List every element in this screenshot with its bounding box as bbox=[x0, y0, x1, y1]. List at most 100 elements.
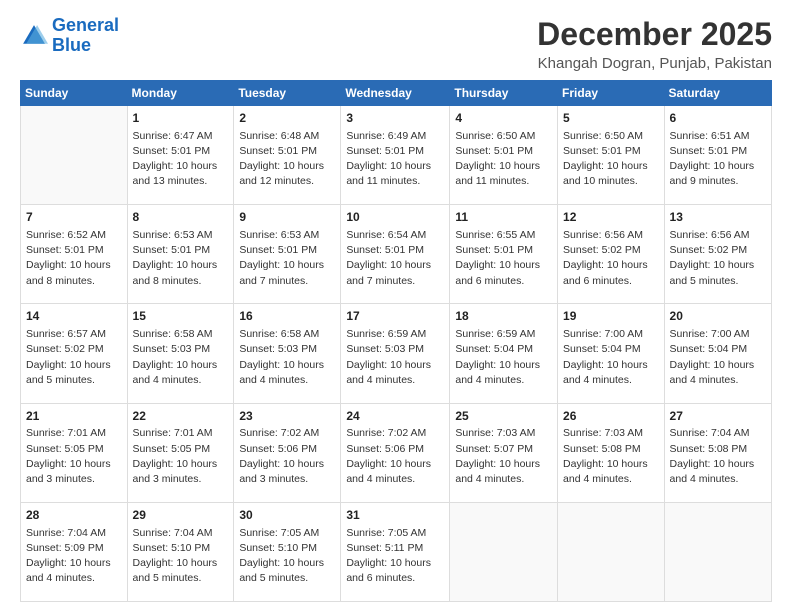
day-number: 4 bbox=[455, 110, 552, 127]
header: General Blue December 2025 Khangah Dogra… bbox=[20, 16, 772, 72]
calendar-week-5: 28 Sunrise: 7:04 AM Sunset: 5:09 PM Dayli… bbox=[21, 502, 772, 601]
day-info: Sunrise: 6:58 AM Sunset: 5:03 PM Dayligh… bbox=[133, 327, 229, 388]
calendar-cell: 10 Sunrise: 6:54 AM Sunset: 5:01 PM Dayli… bbox=[341, 205, 450, 304]
calendar-cell: 11Sunrise: 6:55 AM Sunset: 5:01 PM Dayli… bbox=[450, 205, 558, 304]
day-number: 25 bbox=[455, 408, 552, 425]
day-info: Sunrise: 7:04 AM Sunset: 5:08 PM Dayligh… bbox=[670, 426, 766, 487]
day-number: 2 bbox=[239, 110, 335, 127]
day-info: Sunrise: 7:05 AM Sunset: 5:11 PM Dayligh… bbox=[346, 526, 444, 587]
calendar-cell: 13 Sunrise: 6:56 AM Sunset: 5:02 PM Dayli… bbox=[664, 205, 771, 304]
day-info: Sunrise: 6:50 AM Sunset: 5:01 PM Dayligh… bbox=[563, 129, 659, 190]
day-number: 8 bbox=[133, 209, 229, 226]
day-info: Sunrise: 7:04 AM Sunset: 5:10 PM Dayligh… bbox=[133, 526, 229, 587]
calendar-cell: 23Sunrise: 7:02 AM Sunset: 5:06 PM Dayli… bbox=[234, 403, 341, 502]
day-number: 5 bbox=[563, 110, 659, 127]
day-number: 10 bbox=[346, 209, 444, 226]
day-info: Sunrise: 6:52 AM Sunset: 5:01 PM Dayligh… bbox=[26, 228, 122, 289]
day-number: 18 bbox=[455, 308, 552, 325]
main-title: December 2025 bbox=[537, 16, 772, 53]
day-info: Sunrise: 6:49 AM Sunset: 5:01 PM Dayligh… bbox=[346, 129, 444, 190]
day-number: 23 bbox=[239, 408, 335, 425]
calendar-header-row: SundayMondayTuesdayWednesdayThursdayFrid… bbox=[21, 81, 772, 106]
day-info: Sunrise: 6:48 AM Sunset: 5:01 PM Dayligh… bbox=[239, 129, 335, 190]
calendar-cell: 21Sunrise: 7:01 AM Sunset: 5:05 PM Dayli… bbox=[21, 403, 128, 502]
day-number: 3 bbox=[346, 110, 444, 127]
calendar-cell: 18Sunrise: 6:59 AM Sunset: 5:04 PM Dayli… bbox=[450, 304, 558, 403]
day-number: 12 bbox=[563, 209, 659, 226]
calendar-week-4: 21Sunrise: 7:01 AM Sunset: 5:05 PM Dayli… bbox=[21, 403, 772, 502]
day-number: 30 bbox=[239, 507, 335, 524]
calendar-cell: 17Sunrise: 6:59 AM Sunset: 5:03 PM Dayli… bbox=[341, 304, 450, 403]
page: General Blue December 2025 Khangah Dogra… bbox=[0, 0, 792, 612]
calendar-header-saturday: Saturday bbox=[664, 81, 771, 106]
day-info: Sunrise: 6:53 AM Sunset: 5:01 PM Dayligh… bbox=[133, 228, 229, 289]
day-info: Sunrise: 7:03 AM Sunset: 5:07 PM Dayligh… bbox=[455, 426, 552, 487]
day-info: Sunrise: 7:02 AM Sunset: 5:06 PM Dayligh… bbox=[239, 426, 335, 487]
calendar-cell bbox=[558, 502, 665, 601]
day-info: Sunrise: 6:56 AM Sunset: 5:02 PM Dayligh… bbox=[670, 228, 766, 289]
day-number: 13 bbox=[670, 209, 766, 226]
calendar-cell: 24Sunrise: 7:02 AM Sunset: 5:06 PM Dayli… bbox=[341, 403, 450, 502]
calendar-week-3: 14Sunrise: 6:57 AM Sunset: 5:02 PM Dayli… bbox=[21, 304, 772, 403]
day-number: 19 bbox=[563, 308, 659, 325]
calendar-header-monday: Monday bbox=[127, 81, 234, 106]
calendar-cell: 30 Sunrise: 7:05 AM Sunset: 5:10 PM Dayli… bbox=[234, 502, 341, 601]
day-number: 22 bbox=[133, 408, 229, 425]
subtitle: Khangah Dogran, Punjab, Pakistan bbox=[537, 55, 772, 72]
day-info: Sunrise: 6:56 AM Sunset: 5:02 PM Dayligh… bbox=[563, 228, 659, 289]
day-info: Sunrise: 6:47 AM Sunset: 5:01 PM Dayligh… bbox=[133, 129, 229, 190]
day-number: 27 bbox=[670, 408, 766, 425]
calendar-header-sunday: Sunday bbox=[21, 81, 128, 106]
day-info: Sunrise: 6:57 AM Sunset: 5:02 PM Dayligh… bbox=[26, 327, 122, 388]
calendar-cell: 2 Sunrise: 6:48 AM Sunset: 5:01 PM Daylig… bbox=[234, 106, 341, 205]
day-number: 31 bbox=[346, 507, 444, 524]
day-number: 21 bbox=[26, 408, 122, 425]
calendar-table: SundayMondayTuesdayWednesdayThursdayFrid… bbox=[20, 80, 772, 602]
day-number: 28 bbox=[26, 507, 122, 524]
title-block: December 2025 Khangah Dogran, Punjab, Pa… bbox=[537, 16, 772, 72]
calendar-cell bbox=[21, 106, 128, 205]
day-info: Sunrise: 6:53 AM Sunset: 5:01 PM Dayligh… bbox=[239, 228, 335, 289]
calendar-cell: 4 Sunrise: 6:50 AM Sunset: 5:01 PM Daylig… bbox=[450, 106, 558, 205]
day-info: Sunrise: 7:04 AM Sunset: 5:09 PM Dayligh… bbox=[26, 526, 122, 587]
day-number: 9 bbox=[239, 209, 335, 226]
logo: General Blue bbox=[20, 16, 119, 56]
calendar-cell bbox=[664, 502, 771, 601]
day-info: Sunrise: 6:55 AM Sunset: 5:01 PM Dayligh… bbox=[455, 228, 552, 289]
day-number: 24 bbox=[346, 408, 444, 425]
calendar-cell: 27Sunrise: 7:04 AM Sunset: 5:08 PM Dayli… bbox=[664, 403, 771, 502]
day-info: Sunrise: 7:02 AM Sunset: 5:06 PM Dayligh… bbox=[346, 426, 444, 487]
day-info: Sunrise: 6:59 AM Sunset: 5:03 PM Dayligh… bbox=[346, 327, 444, 388]
day-info: Sunrise: 6:54 AM Sunset: 5:01 PM Dayligh… bbox=[346, 228, 444, 289]
day-info: Sunrise: 6:50 AM Sunset: 5:01 PM Dayligh… bbox=[455, 129, 552, 190]
calendar-cell: 20 Sunrise: 7:00 AM Sunset: 5:04 PM Dayli… bbox=[664, 304, 771, 403]
calendar-cell: 6Sunrise: 6:51 AM Sunset: 5:01 PM Daylig… bbox=[664, 106, 771, 205]
day-number: 7 bbox=[26, 209, 122, 226]
day-number: 1 bbox=[133, 110, 229, 127]
day-number: 16 bbox=[239, 308, 335, 325]
day-info: Sunrise: 7:03 AM Sunset: 5:08 PM Dayligh… bbox=[563, 426, 659, 487]
day-info: Sunrise: 7:00 AM Sunset: 5:04 PM Dayligh… bbox=[670, 327, 766, 388]
calendar-cell bbox=[450, 502, 558, 601]
logo-text: General Blue bbox=[52, 16, 119, 56]
calendar-cell: 22Sunrise: 7:01 AM Sunset: 5:05 PM Dayli… bbox=[127, 403, 234, 502]
calendar-cell: 1 Sunrise: 6:47 AM Sunset: 5:01 PM Daylig… bbox=[127, 106, 234, 205]
day-number: 20 bbox=[670, 308, 766, 325]
day-number: 29 bbox=[133, 507, 229, 524]
calendar-cell: 14Sunrise: 6:57 AM Sunset: 5:02 PM Dayli… bbox=[21, 304, 128, 403]
day-number: 26 bbox=[563, 408, 659, 425]
calendar-header-tuesday: Tuesday bbox=[234, 81, 341, 106]
day-info: Sunrise: 7:05 AM Sunset: 5:10 PM Dayligh… bbox=[239, 526, 335, 587]
day-number: 6 bbox=[670, 110, 766, 127]
day-number: 15 bbox=[133, 308, 229, 325]
calendar-cell: 26Sunrise: 7:03 AM Sunset: 5:08 PM Dayli… bbox=[558, 403, 665, 502]
calendar-header-wednesday: Wednesday bbox=[341, 81, 450, 106]
calendar-week-1: 1 Sunrise: 6:47 AM Sunset: 5:01 PM Daylig… bbox=[21, 106, 772, 205]
calendar-header-friday: Friday bbox=[558, 81, 665, 106]
calendar-cell: 8 Sunrise: 6:53 AM Sunset: 5:01 PM Daylig… bbox=[127, 205, 234, 304]
calendar-cell: 15 Sunrise: 6:58 AM Sunset: 5:03 PM Dayli… bbox=[127, 304, 234, 403]
calendar-cell: 29 Sunrise: 7:04 AM Sunset: 5:10 PM Dayli… bbox=[127, 502, 234, 601]
day-info: Sunrise: 7:01 AM Sunset: 5:05 PM Dayligh… bbox=[26, 426, 122, 487]
calendar-cell: 3 Sunrise: 6:49 AM Sunset: 5:01 PM Daylig… bbox=[341, 106, 450, 205]
day-info: Sunrise: 6:58 AM Sunset: 5:03 PM Dayligh… bbox=[239, 327, 335, 388]
